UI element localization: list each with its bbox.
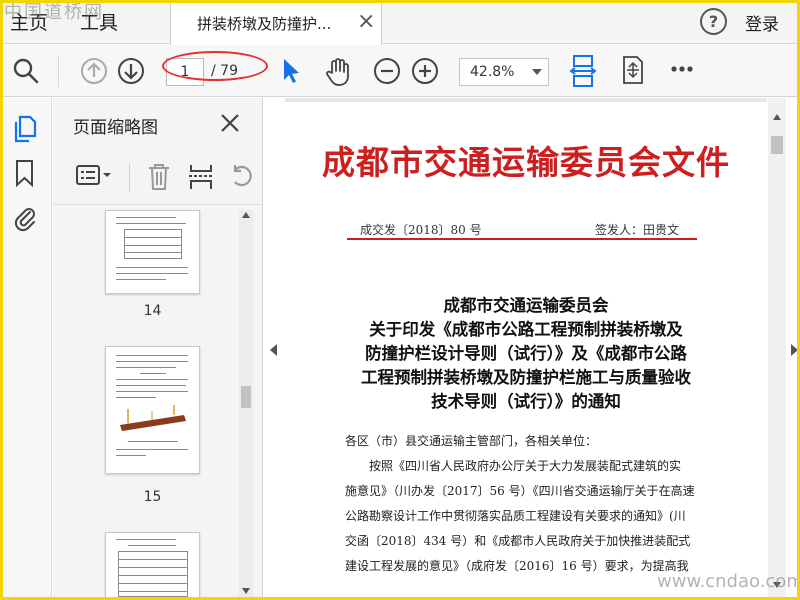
document-title-line: 技术导则（试行）》的通知 [431, 392, 621, 411]
navigation-rail [0, 98, 52, 600]
document-scrollbar[interactable] [768, 98, 786, 600]
scrollbar-thumb[interactable] [241, 386, 251, 408]
thumbnail-scrollbar[interactable] [239, 210, 253, 600]
page-thumbnail[interactable] [105, 346, 200, 474]
select-cursor-icon[interactable] [281, 57, 303, 85]
page-thumbnails-icon[interactable] [11, 114, 39, 148]
fit-page-icon[interactable] [620, 55, 646, 85]
scroll-down-icon[interactable] [242, 588, 250, 594]
login-button[interactable]: 登录 [745, 10, 779, 35]
close-panel-icon[interactable] [219, 112, 241, 138]
zoom-level-select[interactable]: 42.8% [459, 58, 549, 86]
document-header: 成都市交通运输委员会文件 [322, 143, 730, 182]
scroll-up-icon[interactable] [773, 114, 781, 120]
document-title-line: 关于印发《成都市公路工程预制拼装桥墩及 [369, 320, 683, 339]
document-tab-title: 拼装桥墩及防撞护... [197, 15, 332, 33]
document-title-line: 防撞护栏设计导则（试行）》及《成都市公路 [365, 344, 687, 363]
search-icon[interactable] [12, 57, 40, 85]
fit-width-icon[interactable] [569, 54, 597, 88]
document-body-line: 施意见》（川办发〔2017〕56 号）《四川省交通运输厅关于在高速 [345, 484, 695, 498]
attachment-icon[interactable] [11, 202, 39, 236]
panel-separator [53, 204, 263, 205]
thumbnail-label: 14 [143, 303, 162, 319]
collapse-left-panel-icon[interactable] [270, 344, 277, 356]
main-toolbar: 1 / 79 42.8% [0, 45, 800, 97]
previous-page-icon[interactable] [80, 57, 108, 85]
zoom-level-value: 42.8% [470, 64, 515, 80]
document-signer: 签发人：田贵文 [595, 223, 680, 237]
document-viewport[interactable]: 成都市交通运输委员会文件 成交发〔2018〕80 号 签发人：田贵文 成都市交通… [285, 98, 767, 600]
document-body-line: 交函〔2018〕434 号）和《成都市人民政府关于加快推进装配式 [345, 534, 691, 548]
thumbnail-label: 15 [143, 489, 162, 505]
scrollbar-thumb[interactable] [771, 136, 783, 154]
red-annotation-ellipse [162, 51, 268, 81]
delete-icon[interactable] [145, 162, 173, 196]
thumbnail-drawing [120, 405, 186, 431]
document-body-line: 公路勘察设计工作中贯彻落实品质工程建设有关要求的通知》(川 [345, 509, 686, 523]
document-page: 成都市交通运输委员会文件 成交发〔2018〕80 号 签发人：田贵文 成都市交通… [285, 102, 767, 600]
document-title-line: 成都市交通运输委员会 [443, 296, 609, 315]
document-body-line: 各区（市）县交通运输主管部门，各相关单位： [345, 434, 598, 448]
close-tab-icon[interactable]: × [357, 9, 375, 34]
hand-tool-icon[interactable] [324, 57, 352, 87]
help-icon[interactable]: ? [700, 8, 727, 35]
chevron-down-icon [532, 69, 542, 75]
page-thumbnail[interactable] [105, 210, 200, 294]
panel-title: 页面缩略图 [73, 118, 158, 138]
extract-icon[interactable] [187, 162, 215, 196]
document-body-line: 建设工程发展的意见》（成府发〔2016〕16 号）要求，为提高我 [345, 559, 689, 573]
zoom-out-icon[interactable] [373, 57, 401, 85]
site-watermark-top: 中国道桥网 [4, 2, 104, 23]
document-body-line: 按照《四川省人民政府办公厅关于大力发展装配式建筑的实 [345, 459, 682, 473]
panel-divider [129, 164, 130, 192]
zoom-in-icon[interactable] [411, 57, 439, 85]
document-title-line: 工程预制拼装桥墩及防撞护栏施工与质量验收 [361, 368, 691, 387]
document-tab[interactable]: 拼装桥墩及防撞护... × [170, 3, 382, 45]
scroll-up-icon[interactable] [242, 212, 250, 218]
next-page-icon[interactable] [117, 57, 145, 85]
panel-toolbar [53, 156, 263, 202]
page-options-icon[interactable] [75, 162, 115, 192]
header-rule [347, 238, 697, 240]
tab-bar: 主页 工具 拼装桥墩及防撞护... × ? 登录 [0, 0, 800, 45]
expand-right-panel-icon[interactable] [791, 344, 798, 356]
site-watermark-bottom: www.cndao.com [657, 571, 800, 592]
undo-icon[interactable] [227, 162, 255, 196]
thumbnails-panel: 页面缩略图 14 15 [53, 98, 263, 600]
document-number: 成交发〔2018〕80 号 [360, 223, 482, 237]
more-options-icon[interactable] [670, 65, 694, 73]
page-thumbnail[interactable] [105, 532, 200, 600]
bookmark-icon[interactable] [11, 158, 39, 192]
toolbar-divider [58, 55, 59, 87]
